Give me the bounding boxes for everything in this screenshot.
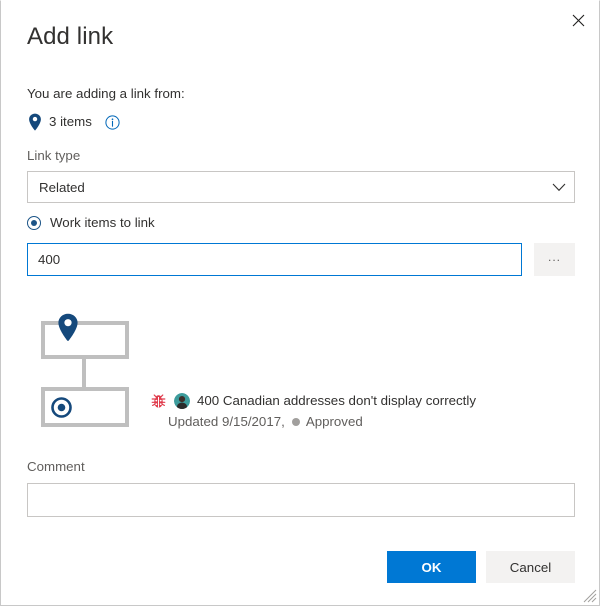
link-tree-diagram	[39, 313, 135, 433]
link-type-label: Link type	[27, 148, 81, 163]
link-type-select[interactable]: Related	[27, 171, 575, 203]
work-items-radio[interactable]: Work items to link	[27, 215, 155, 230]
work-item-result-meta-row: Updated 9/15/2017, Approved	[168, 414, 476, 429]
work-item-state: Approved	[305, 414, 363, 429]
work-item-result[interactable]: 400 Canadian addresses don't display cor…	[151, 391, 476, 429]
browse-work-items-button[interactable]: ...	[534, 243, 575, 276]
source-items-row: 3 items	[28, 112, 120, 132]
location-pin-icon	[28, 113, 42, 131]
info-circle-icon[interactable]	[105, 114, 120, 130]
resize-grip[interactable]	[583, 589, 597, 603]
close-button[interactable]	[563, 5, 593, 35]
work-item-updated: Updated 9/15/2017,	[168, 414, 285, 429]
chevron-down-icon	[544, 183, 574, 192]
radio-selected-icon	[27, 215, 41, 230]
comment-input[interactable]	[27, 483, 575, 517]
ok-button[interactable]: OK	[387, 551, 476, 583]
work-item-title: 400 Canadian addresses don't display cor…	[197, 393, 476, 408]
cancel-button[interactable]: Cancel	[486, 551, 575, 583]
avatar	[174, 392, 190, 409]
lead-text: You are adding a link from:	[27, 86, 185, 101]
location-pin-icon	[57, 313, 79, 342]
work-item-result-title-row: 400 Canadian addresses don't display cor…	[151, 391, 476, 410]
ellipsis-icon: ...	[547, 249, 561, 264]
dialog-title: Add link	[27, 23, 114, 50]
close-icon	[572, 14, 585, 27]
add-link-dialog: Add link You are adding a link from: 3 i…	[0, 0, 600, 606]
source-items-count: 3 items	[49, 114, 92, 129]
target-circle-icon	[51, 397, 72, 418]
work-items-radio-label: Work items to link	[50, 215, 155, 230]
bug-icon	[151, 393, 166, 409]
comment-label: Comment	[27, 459, 85, 474]
work-items-input[interactable]	[27, 243, 522, 276]
tree-connector-line	[82, 359, 86, 387]
tree-parent-box	[41, 321, 129, 359]
link-type-value: Related	[39, 179, 85, 195]
status-dot-icon	[291, 417, 300, 426]
